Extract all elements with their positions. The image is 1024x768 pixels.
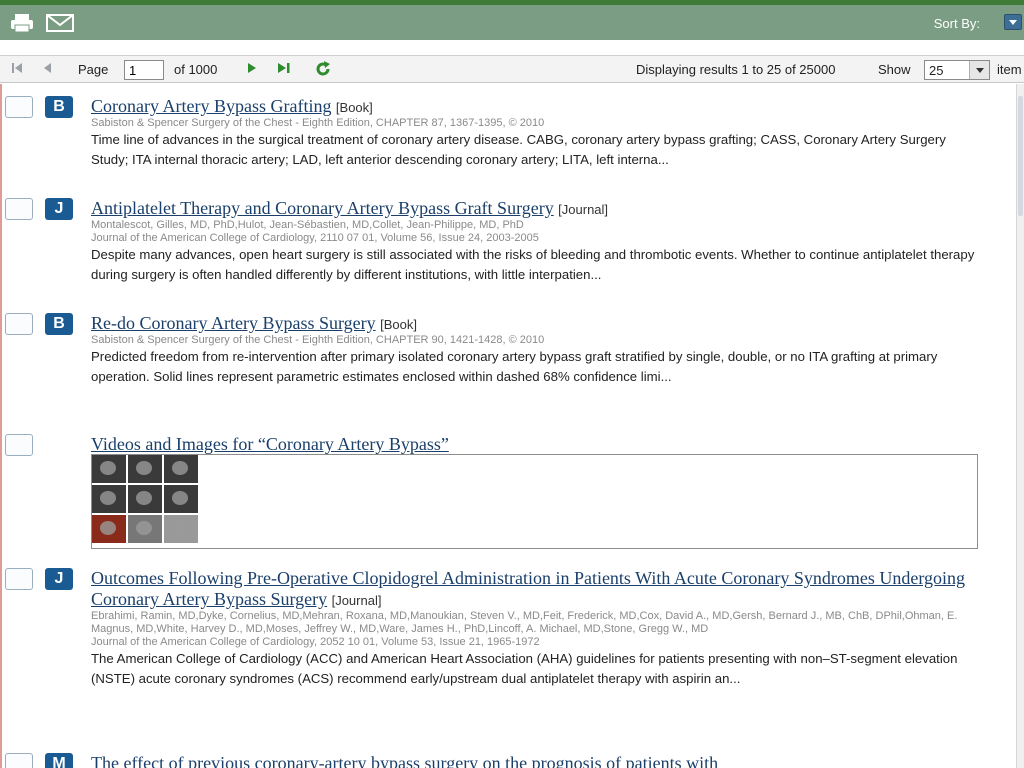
scrollbar-thumb[interactable] (1018, 96, 1023, 216)
page-label: Page (78, 62, 109, 77)
result-authors: Ebrahimi, Ramin, MD,Dyke, Cornelius, MD,… (91, 610, 958, 635)
results-count-label: Displaying results 1 to 25 of 25000 (636, 62, 836, 77)
last-page-icon[interactable] (276, 61, 292, 78)
result-source: Sabiston & Spencer Surgery of the Chest … (91, 117, 545, 129)
image-thumbnail[interactable] (164, 485, 198, 513)
result-abstract: Despite many advances, open heart surger… (91, 247, 975, 282)
journal-type-icon: J (45, 568, 73, 590)
result-title-link[interactable]: The effect of previous coronary-artery b… (91, 753, 718, 768)
book-type-icon: B (45, 96, 73, 118)
page-number-input[interactable] (124, 60, 164, 80)
image-thumbnail[interactable] (92, 485, 126, 513)
result-title-link[interactable]: Outcomes Following Pre-Operative Clopido… (91, 568, 965, 609)
result-title-link[interactable]: Antiplatelet Therapy and Coronary Artery… (91, 198, 554, 218)
thumbnail-grid (92, 455, 202, 550)
result-source: Sabiston & Spencer Surgery of the Chest … (91, 334, 545, 346)
show-label: Show (878, 62, 911, 77)
image-thumbnail[interactable] (164, 455, 198, 483)
chevron-down-icon[interactable] (969, 61, 989, 79)
print-icon[interactable] (10, 13, 34, 38)
result-checkbox[interactable] (5, 568, 33, 590)
previous-page-icon[interactable] (42, 61, 54, 78)
result-abstract: Predicted freedom from re-intervention a… (91, 349, 938, 384)
result-type-label: [Journal] (558, 202, 609, 217)
pagination-bar: Page of 1000 Displaying results 1 to 25 … (0, 55, 1024, 83)
image-thumbnail[interactable] (164, 515, 198, 543)
result-title-link[interactable]: Re-do Coronary Artery Bypass Surgery (91, 313, 376, 333)
media-title-link[interactable]: Videos and Images for “Coronary Artery B… (91, 434, 449, 454)
top-toolbar: Sort By: (0, 0, 1024, 40)
image-thumbnail[interactable] (128, 485, 162, 513)
items-per-page-select[interactable]: 25 (924, 60, 990, 80)
result-type-label: [Book] (380, 317, 417, 332)
first-page-icon[interactable] (10, 61, 24, 78)
result-source: Journal of the American College of Cardi… (91, 232, 539, 244)
next-page-icon[interactable] (246, 61, 258, 78)
result-checkbox[interactable] (5, 753, 33, 768)
results-scrollbar[interactable] (1016, 84, 1024, 768)
image-thumbnail[interactable] (92, 515, 126, 543)
page-count-label: of 1000 (174, 62, 218, 77)
result-type-label: [Book] (335, 100, 373, 115)
result-source: Journal of the American College of Cardi… (91, 636, 540, 648)
result-abstract: The American College of Cardiology (ACC)… (91, 651, 958, 686)
image-thumbnail[interactable] (128, 515, 162, 543)
journal-type-icon: J (45, 198, 73, 220)
media-gallery[interactable] (91, 454, 978, 549)
items-per-page-value: 25 (929, 63, 944, 78)
result-checkbox[interactable] (5, 313, 33, 335)
result-abstract: Time line of advances in the surgical tr… (91, 132, 946, 167)
image-thumbnail[interactable] (128, 455, 162, 483)
email-icon[interactable] (46, 13, 74, 38)
multimedia-type-icon: M (45, 753, 73, 768)
result-type-label: [Journal] (331, 593, 382, 608)
sort-by-label: Sort By: (933, 16, 980, 31)
sort-by-dropdown[interactable] (1004, 14, 1022, 30)
result-checkbox[interactable] (5, 198, 33, 220)
refresh-icon[interactable] (314, 60, 332, 81)
image-thumbnail[interactable] (92, 455, 126, 483)
results-list: B Coronary Artery Bypass Grafting [Book]… (0, 84, 1018, 768)
result-checkbox[interactable] (5, 96, 33, 118)
result-authors: Montalescot, Gilles, MD, PhD,Hulot, Jean… (91, 219, 524, 231)
items-label: item (997, 62, 1022, 77)
book-type-icon: B (45, 313, 73, 335)
result-title-link[interactable]: Coronary Artery Bypass Grafting (91, 96, 331, 116)
result-checkbox[interactable] (5, 434, 33, 456)
